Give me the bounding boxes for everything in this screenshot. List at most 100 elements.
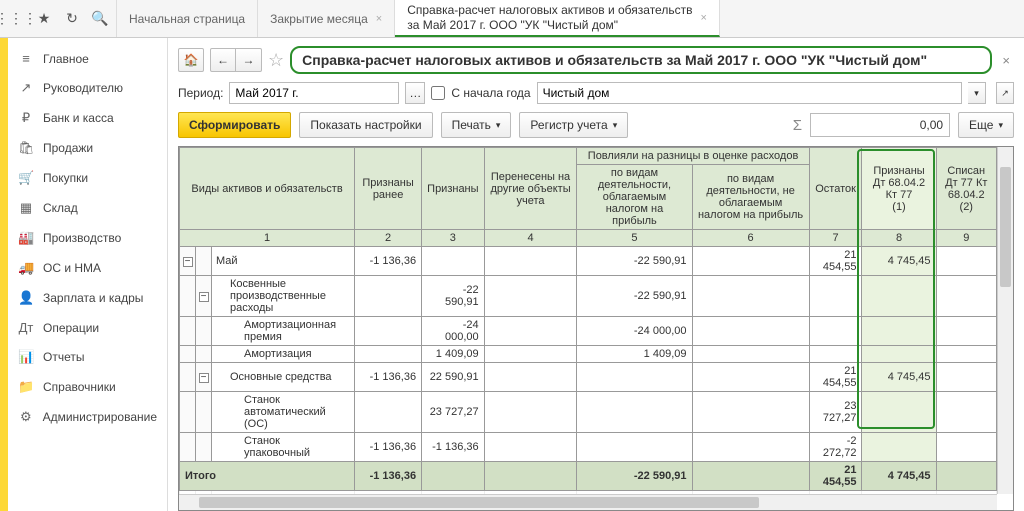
sidebar-item-bank[interactable]: ₽Банк и касса [8, 103, 167, 133]
cell [862, 317, 936, 346]
tree-expander[interactable] [196, 247, 212, 276]
tree-expander[interactable] [196, 317, 212, 346]
sidebar-item-warehouse[interactable]: ▦Склад [8, 193, 167, 223]
cell [862, 433, 936, 462]
forward-button[interactable]: → [236, 48, 262, 72]
apps-icon[interactable]: ⋮⋮⋮ [8, 11, 24, 27]
sum-display: 0,00 [810, 113, 950, 137]
cell: 4 745,45 [862, 363, 936, 392]
table-row[interactable]: −Косвенные производственные расходы -22 5… [180, 276, 997, 317]
tree-expander[interactable]: − [180, 247, 196, 276]
tree-expander[interactable] [180, 276, 196, 317]
period-picker-button[interactable]: … [405, 82, 425, 104]
cell [692, 346, 809, 363]
menu-icon: ≡ [18, 51, 34, 66]
cell: 4 745,45 [862, 247, 936, 276]
tree-expander[interactable] [180, 346, 196, 363]
form-button[interactable]: Сформировать [178, 112, 291, 138]
row-label: Амортизационная премия [212, 317, 355, 346]
org-dropdown-button[interactable]: ▾ [968, 82, 986, 104]
cell: -22 590,91 [577, 276, 692, 317]
sidebar-item-manager[interactable]: ↗Руководителю [8, 73, 167, 103]
sidebar-item-main[interactable]: ≡Главное [8, 44, 167, 73]
tab-home[interactable]: Начальная страница [117, 0, 258, 37]
tree-expander[interactable] [180, 433, 196, 462]
cell [936, 276, 996, 317]
cell [692, 317, 809, 346]
cell [692, 276, 809, 317]
table-row[interactable]: Амортизация1 409,091 409,09 [180, 346, 997, 363]
tree-expander[interactable] [196, 433, 212, 462]
cell [484, 462, 577, 491]
row-label: Станок упаковочный [212, 433, 355, 462]
print-button[interactable]: Печать▾ [441, 112, 512, 138]
back-button[interactable]: ← [210, 48, 236, 72]
sidebar-item-sales[interactable]: 🛍Продажи [8, 133, 167, 163]
from-start-checkbox[interactable] [431, 86, 445, 100]
tree-expander[interactable] [180, 392, 196, 433]
cell [692, 392, 809, 433]
sidebar-item-admin[interactable]: ⚙Администрирование [8, 402, 167, 432]
registry-button[interactable]: Регистр учета▾ [519, 112, 628, 138]
period-input[interactable] [229, 82, 399, 104]
table-totals-row: Итого-1 136,36-22 590,9121 454,554 745,4… [180, 462, 997, 491]
cell [692, 462, 809, 491]
col-num-4: 4 [484, 230, 577, 247]
cell: -1 136,36 [355, 462, 422, 491]
tab-report[interactable]: Справка-расчет налоговых активов и обяза… [395, 0, 720, 37]
col-header-types: Виды активов и обязательств [180, 148, 355, 230]
horizontal-scrollbar[interactable] [179, 494, 997, 510]
tree-expander[interactable] [180, 363, 196, 392]
home-button[interactable]: 🏠 [178, 48, 204, 72]
cell [484, 363, 577, 392]
totals-label: Итого [180, 462, 355, 491]
sidebar-item-catalogs[interactable]: 📁Справочники [8, 372, 167, 402]
row-label: Основные средства [212, 363, 355, 392]
cart-icon: 🛒 [18, 170, 34, 186]
sidebar-item-salary[interactable]: 👤Зарплата и кадры [8, 283, 167, 313]
cell: -22 590,91 [577, 462, 692, 491]
sidebar-item-operations[interactable]: ДтОперации [8, 313, 167, 342]
more-button[interactable]: Еще▾ [958, 112, 1014, 138]
table-row[interactable]: −Май-1 136,36-22 590,9121 454,554 745,45 [180, 247, 997, 276]
sidebar-item-production[interactable]: 🏭Производство [8, 223, 167, 253]
cell [484, 392, 577, 433]
tree-expander[interactable] [196, 392, 212, 433]
show-settings-button[interactable]: Показать настройки [299, 112, 432, 138]
organization-input[interactable] [537, 82, 962, 104]
close-icon[interactable]: × [376, 13, 382, 25]
tree-expander[interactable]: − [196, 363, 212, 392]
sidebar-item-label: Руководителю [43, 81, 123, 95]
close-page-icon[interactable]: × [998, 53, 1014, 68]
sidebar-item-reports[interactable]: 📊Отчеты [8, 342, 167, 372]
close-icon[interactable]: × [700, 12, 706, 24]
table-row[interactable]: −Основные средства-1 136,3622 590,9121 4… [180, 363, 997, 392]
cell: -22 590,91 [422, 276, 485, 317]
table-row[interactable]: Амортизационная премия-24 000,00-24 000,… [180, 317, 997, 346]
table-row[interactable]: Станок упаковочный-1 136,36-1 136,36-2 2… [180, 433, 997, 462]
cell [484, 247, 577, 276]
table-row[interactable]: Станок автоматический (ОС)23 727,2723 72… [180, 392, 997, 433]
cell [355, 392, 422, 433]
sidebar-item-purchases[interactable]: 🛒Покупки [8, 163, 167, 193]
history-icon[interactable]: ↻ [64, 11, 80, 27]
cell [936, 433, 996, 462]
tab-closing[interactable]: Закрытие месяца× [258, 0, 395, 37]
cell: -1 136,36 [422, 433, 485, 462]
search-icon[interactable]: 🔍 [92, 11, 108, 27]
tree-expander[interactable] [196, 346, 212, 363]
favorite-star-icon[interactable]: ☆ [268, 50, 284, 71]
org-open-button[interactable]: ↗ [996, 82, 1014, 104]
cell [422, 462, 485, 491]
tree-expander[interactable] [180, 317, 196, 346]
row-label: Косвенные производственные расходы [212, 276, 355, 317]
period-label: Период: [178, 86, 223, 100]
tab-home-label: Начальная страница [129, 12, 245, 26]
cell: 1 409,09 [422, 346, 485, 363]
tree-expander[interactable]: − [196, 276, 212, 317]
star-icon[interactable]: ★ [36, 11, 52, 27]
tabbar-icon-group: ⋮⋮⋮ ★ ↻ 🔍 [0, 0, 117, 37]
sidebar-item-assets[interactable]: 🚚ОС и НМА [8, 253, 167, 283]
cell [862, 276, 936, 317]
vertical-scrollbar[interactable] [997, 147, 1013, 494]
